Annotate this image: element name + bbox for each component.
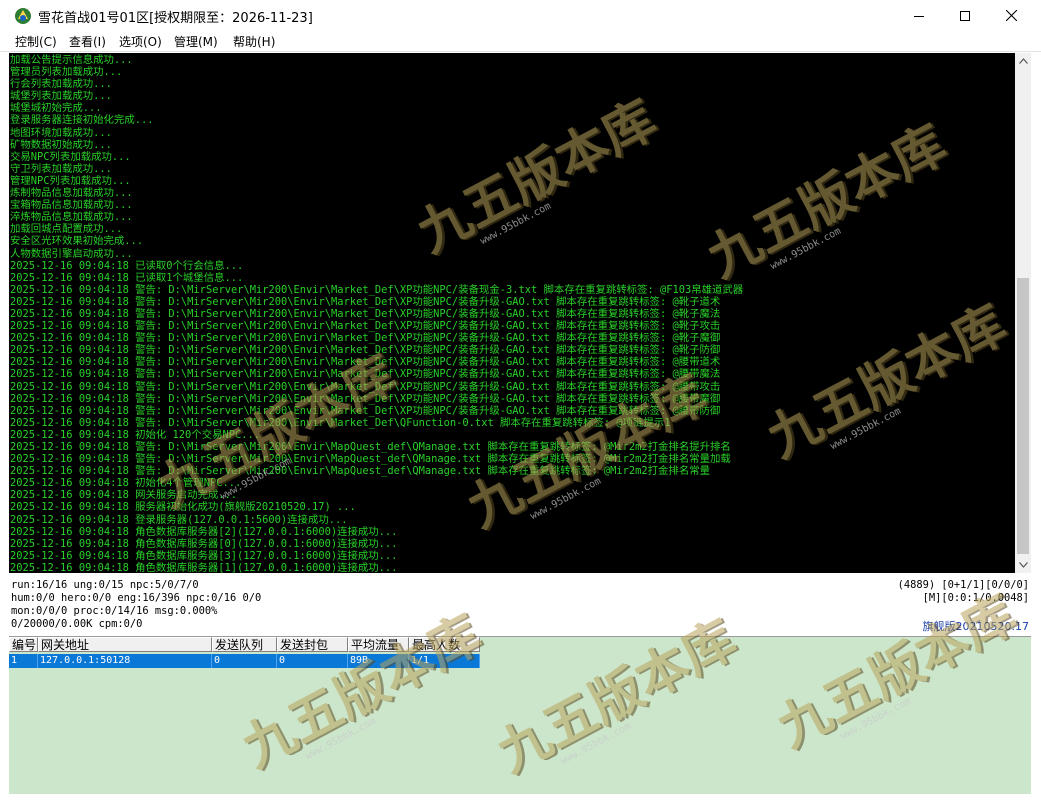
status-hum: hum:0/0 hero:0/0 eng:16/396 npc:0/16 0/0: [11, 592, 262, 604]
log-line: 宝箱物品信息加载成功...: [10, 199, 133, 212]
menu-bar: 控制(C) 查看(I) 选项(O) 管理(M) 帮助(H): [0, 31, 1041, 52]
cell-id: 1: [9, 654, 38, 668]
minimize-icon: [914, 15, 924, 17]
menu-control[interactable]: 控制(C): [15, 33, 57, 50]
cell-avg-traffic: 89B: [348, 654, 409, 668]
status-panel: run:16/16 ung:0/15 npc:5/0/7/0 hum:0/0 h…: [9, 574, 1031, 634]
chevron-down-icon: [1018, 562, 1028, 568]
app-icon: [15, 8, 31, 24]
log-line: 安全区光环效果初始完成...: [10, 235, 144, 248]
col-gateway-address[interactable]: 网关地址: [38, 637, 212, 652]
log-line: 矿物数据初始成功...: [10, 138, 112, 151]
chevron-up-icon: [1018, 58, 1028, 64]
maximize-icon: [960, 10, 970, 21]
log-line: 人物数据引擎启动成功...: [10, 247, 133, 260]
cell-send-packets: 0: [277, 654, 348, 668]
status-run: run:16/16 ung:0/15 npc:5/0/7/0: [11, 579, 199, 591]
maximize-button[interactable]: [942, 0, 988, 31]
log-line: 2025-12-16 09:04:18 警告: D:\MirServer\Mir…: [10, 392, 721, 405]
gateway-table[interactable]: 编号 网关地址 发送队列 发送封包 平均流量 最高人数 1 127.0.0.1:…: [9, 636, 1031, 795]
log-line: 2025-12-16 09:04:18 警告: D:\MirServer\Mir…: [10, 368, 721, 381]
menu-options[interactable]: 选项(O): [119, 33, 162, 50]
log-line: 2025-12-16 09:04:18 警告: D:\MirServer\Mir…: [10, 404, 721, 417]
scroll-down-button[interactable]: [1015, 557, 1031, 573]
log-line: 2025-12-16 09:04:18 警告: D:\MirServer\Mir…: [10, 356, 721, 369]
col-id[interactable]: 编号: [9, 637, 38, 652]
log-line: 2025-12-16 09:04:18 警告: D:\MirServer\Mir…: [10, 344, 721, 357]
log-line: 2025-12-16 09:04:18 已读取1个城堡信息...: [10, 271, 244, 284]
status-memory: [M][0:0:1/0.0048]: [922, 592, 1029, 604]
log-line: 2025-12-16 09:04:18 警告: D:\MirServer\Mir…: [10, 307, 721, 320]
log-line: 登录服务器连接初始化完成...: [10, 114, 154, 127]
col-send-packets[interactable]: 发送封包: [277, 637, 348, 652]
cell-max-users: 1/1: [409, 654, 480, 668]
log-line: 2025-12-16 09:04:18 网关服务启动完成...: [10, 489, 238, 502]
log-line: 城堡列表加载成功...: [10, 90, 112, 103]
log-line: 2025-12-16 09:04:18 警告: D:\MirServer\Mir…: [10, 283, 744, 296]
log-line: 2025-12-16 09:04:18 已读取0个行会信息...: [10, 259, 244, 272]
log-line: 淬炼物品信息加载成功...: [10, 211, 133, 224]
window-bottom-edge: [0, 794, 1041, 803]
log-line: 加载公告提示信息成功...: [10, 54, 133, 66]
status-traffic: 0/20000/0.00K cpm:0/0: [11, 618, 143, 630]
log-line: 2025-12-16 09:04:18 警告: D:\MirServer\Mir…: [10, 453, 731, 466]
col-avg-traffic[interactable]: 平均流量: [348, 637, 409, 652]
log-line: 2025-12-16 09:04:18 初始化 120个交易NPC...: [10, 428, 261, 441]
log-line: 守卫列表加载成功...: [10, 162, 112, 175]
menu-view[interactable]: 查看(I): [69, 33, 106, 50]
log-line: 2025-12-16 09:04:18 角色数据库服务器[0](127.0.0.…: [10, 537, 398, 550]
log-line: 2025-12-16 09:04:18 服务器初始化成功(旗舰版20210520…: [10, 501, 356, 514]
log-line: 2025-12-16 09:04:18 警告: D:\MirServer\Mir…: [10, 295, 721, 308]
log-line: 2025-12-16 09:04:18 角色数据库服务器[1](127.0.0.…: [10, 561, 398, 573]
log-line: 交易NPC列表加载成功...: [10, 150, 131, 163]
log-line: 2025-12-16 09:04:18 警告: D:\MirServer\Mir…: [10, 465, 710, 478]
col-send-queue[interactable]: 发送队列: [212, 637, 277, 652]
menu-manage[interactable]: 管理(M): [174, 33, 218, 50]
status-mon: mon:0/0/0 proc:0/14/16 msg:0.000%: [11, 605, 218, 617]
console-scrollbar[interactable]: [1015, 53, 1031, 573]
close-icon: [1005, 10, 1017, 21]
log-line: 地图环境加载成功...: [10, 126, 112, 139]
log-line: 2025-12-16 09:04:18 警告: D:\MirServer\Mir…: [10, 332, 721, 345]
log-line: 2025-12-16 09:04:18 警告: D:\MirServer\Mir…: [10, 380, 721, 393]
log-line: 2025-12-16 09:04:18 角色数据库服务器[3](127.0.0.…: [10, 549, 398, 562]
log-line: 2025-12-16 09:04:18 警告: D:\MirServer\Mir…: [10, 441, 731, 453]
log-line: 管理员列表加载成功...: [10, 66, 123, 79]
version-label: 旗舰版20210520.17: [922, 620, 1029, 633]
log-line: 加载回城点配置成功...: [10, 223, 123, 236]
status-counters: (4889) [0+1/1][0/0/0]: [897, 579, 1029, 591]
title-bar: 雪花首战01号01区[授权期限至：2026-11-23]: [0, 0, 1041, 31]
log-line: 行会列表加载成功...: [10, 78, 112, 91]
scroll-up-button[interactable]: [1015, 53, 1031, 69]
minimize-button[interactable]: [896, 0, 942, 31]
log-line: 2025-12-16 09:04:18 角色数据库服务器[2](127.0.0.…: [10, 525, 398, 538]
server-log-console[interactable]: 加载公告提示信息成功... 管理员列表加载成功... 行会列表加载成功... 城堡列表…: [9, 53, 1015, 573]
log-line: 管理NPC列表加载成功...: [10, 174, 131, 187]
cell-send-queue: 0: [212, 654, 277, 668]
scroll-thumb[interactable]: [1017, 278, 1029, 554]
close-button[interactable]: [988, 0, 1034, 31]
log-line: 2025-12-16 09:04:18 警告: D:\MirServer\Mir…: [10, 320, 721, 333]
window-title: 雪花首战01号01区[授权期限至：2026-11-23]: [38, 11, 313, 26]
log-line: 城堡城初始完成...: [10, 102, 102, 115]
cell-gateway-address: 127.0.0.1:50128: [38, 654, 212, 668]
log-line: 2025-12-16 09:04:18 初始化4个管理NPC...: [10, 477, 242, 490]
log-line: 炼制物品信息加载成功...: [10, 187, 133, 200]
log-line: 2025-12-16 09:04:18 登录服务器(127.0.0.1:5600…: [10, 513, 348, 526]
menu-help[interactable]: 帮助(H): [233, 33, 275, 50]
log-lines: 加载公告提示信息成功... 管理员列表加载成功... 行会列表加载成功... 城堡列表…: [10, 54, 743, 573]
log-line: 2025-12-16 09:04:18 警告: D:\MirServer\Mir…: [10, 416, 671, 429]
col-max-users[interactable]: 最高人数: [409, 637, 480, 652]
